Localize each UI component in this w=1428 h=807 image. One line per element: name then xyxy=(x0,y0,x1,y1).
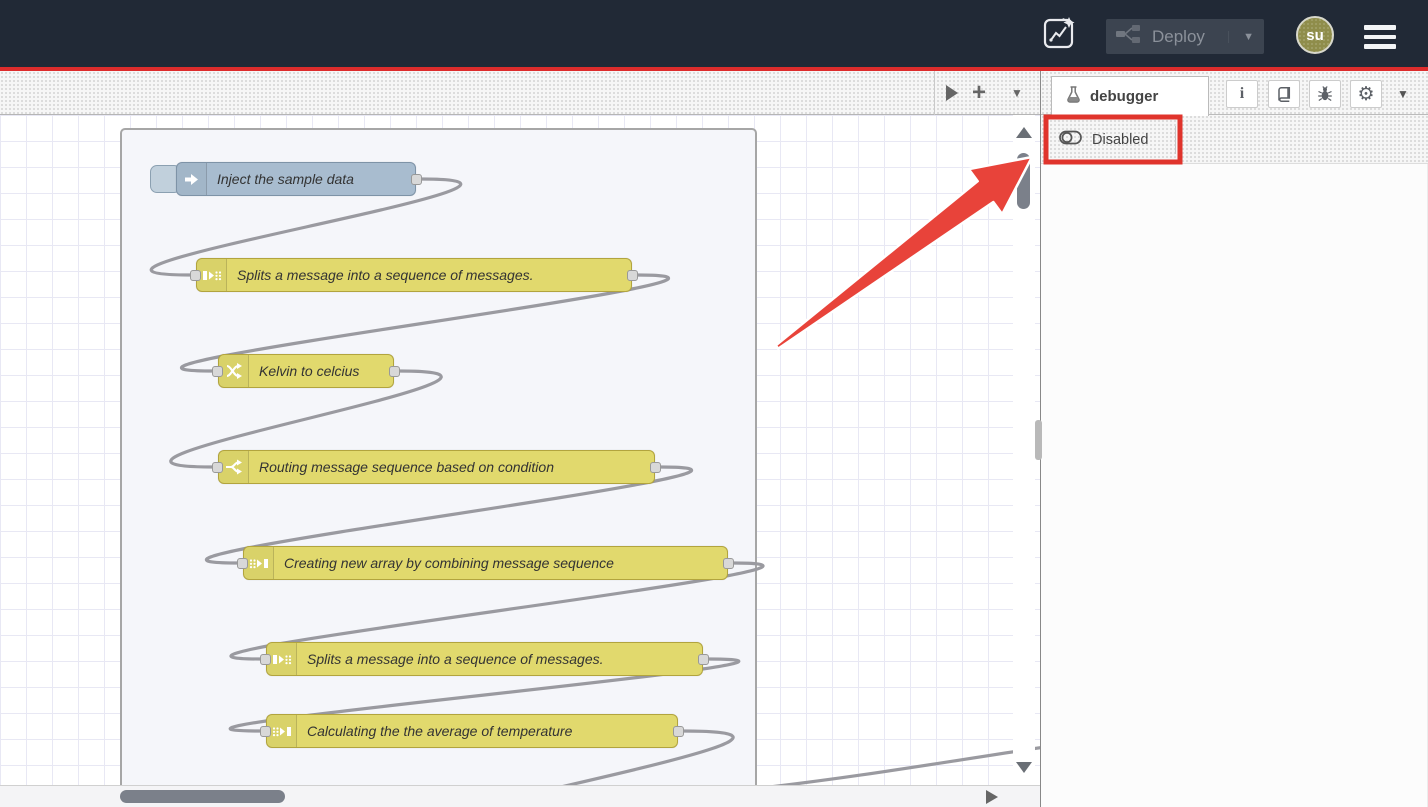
gear-icon[interactable]: ⚙ xyxy=(1350,80,1382,108)
node-change[interactable]: Kelvin to celcius xyxy=(218,354,394,388)
shuffle-icon xyxy=(219,355,249,387)
sidebar-tabbar: debugger i ⚙ ▼ xyxy=(1041,71,1428,115)
tab-debugger[interactable]: debugger xyxy=(1051,76,1209,116)
book-icon[interactable] xyxy=(1268,80,1300,108)
output-port[interactable] xyxy=(389,366,400,377)
node-label: Splits a message into a sequence of mess… xyxy=(227,267,546,283)
node-label: Routing message sequence based on condit… xyxy=(249,459,566,475)
sidebar: debugger i ⚙ ▼ xyxy=(1040,71,1428,807)
split-icon xyxy=(197,259,227,291)
node-switch[interactable]: Routing message sequence based on condit… xyxy=(218,450,655,484)
disabled-label: Disabled xyxy=(1092,132,1148,148)
output-port[interactable] xyxy=(627,270,638,281)
toggle-off-icon xyxy=(1059,130,1083,150)
bug-icon[interactable] xyxy=(1309,80,1341,108)
fork-icon xyxy=(219,451,249,483)
input-port[interactable] xyxy=(260,726,271,737)
deploy-label: Deploy xyxy=(1152,27,1205,47)
node-split-2[interactable]: Splits a message into a sequence of mess… xyxy=(266,642,703,676)
split-icon xyxy=(267,643,297,675)
header-accent-line xyxy=(0,67,1428,71)
header-bar: Deploy ▼ su xyxy=(0,0,1428,67)
input-port[interactable] xyxy=(260,654,271,665)
scroll-down-icon[interactable] xyxy=(1016,762,1032,773)
debugger-disabled-toggle[interactable]: Disabled xyxy=(1059,127,1148,153)
inject-arrow-icon xyxy=(177,163,207,195)
node-join-1[interactable]: Creating new array by combining message … xyxy=(243,546,728,580)
deploy-icon xyxy=(1116,25,1140,48)
flow-list-caret-icon[interactable]: ▼ xyxy=(1002,71,1032,115)
node-split-1[interactable]: Splits a message into a sequence of mess… xyxy=(196,258,632,292)
join-icon xyxy=(244,547,274,579)
deploy-button[interactable]: Deploy ▼ xyxy=(1106,19,1264,54)
flow-assistant-icon[interactable] xyxy=(1042,16,1078,52)
node-average[interactable]: Calculating the the average of temperatu… xyxy=(266,714,678,748)
deploy-caret-icon[interactable]: ▼ xyxy=(1228,31,1254,43)
add-flow-icon[interactable]: + xyxy=(964,71,994,115)
canvas-hscrollbar[interactable] xyxy=(0,785,1040,807)
output-port[interactable] xyxy=(411,174,422,185)
input-port[interactable] xyxy=(212,462,223,473)
join-icon xyxy=(267,715,297,747)
vscroll-thumb[interactable] xyxy=(1017,153,1030,209)
node-label: Splits a message into a sequence of mess… xyxy=(297,651,616,667)
output-port[interactable] xyxy=(723,558,734,569)
scroll-up-icon[interactable] xyxy=(1016,127,1032,138)
node-inject[interactable]: Inject the sample data xyxy=(176,162,416,196)
user-avatar[interactable]: su xyxy=(1296,16,1334,54)
node-label: Calculating the the average of temperatu… xyxy=(297,723,584,739)
scroll-right-icon[interactable] xyxy=(986,790,998,804)
node-label: Creating new array by combining message … xyxy=(274,555,626,571)
input-port[interactable] xyxy=(212,366,223,377)
tab-debugger-label: debugger xyxy=(1090,88,1158,105)
tabbar-separator xyxy=(934,71,935,115)
debugger-toolbar: Disabled xyxy=(1041,115,1428,164)
node-label: Inject the sample data xyxy=(207,171,366,187)
output-port[interactable] xyxy=(650,462,661,473)
input-port[interactable] xyxy=(190,270,201,281)
workspace-tabbar: + ▼ xyxy=(0,71,1040,115)
canvas-vscrollbar[interactable] xyxy=(1013,115,1035,785)
tab-scroll-right-icon[interactable] xyxy=(938,71,966,115)
avatar-initials: su xyxy=(1306,27,1324,44)
input-port[interactable] xyxy=(237,558,248,569)
sidebar-resize-handle[interactable] xyxy=(1035,420,1042,460)
toolbar-separator xyxy=(1175,126,1176,154)
output-port[interactable] xyxy=(673,726,684,737)
sidebar-caret-icon[interactable]: ▼ xyxy=(1391,80,1415,108)
info-icon[interactable]: i xyxy=(1226,80,1258,108)
hscroll-thumb[interactable] xyxy=(120,790,285,803)
debugger-panel-body xyxy=(1041,164,1428,807)
node-label: Kelvin to celcius xyxy=(249,363,371,379)
flask-icon xyxy=(1066,86,1081,108)
main-menu-icon[interactable] xyxy=(1364,25,1396,49)
flow-canvas[interactable]: Inject the sample data Splits a message … xyxy=(0,115,1040,785)
output-port[interactable] xyxy=(698,654,709,665)
